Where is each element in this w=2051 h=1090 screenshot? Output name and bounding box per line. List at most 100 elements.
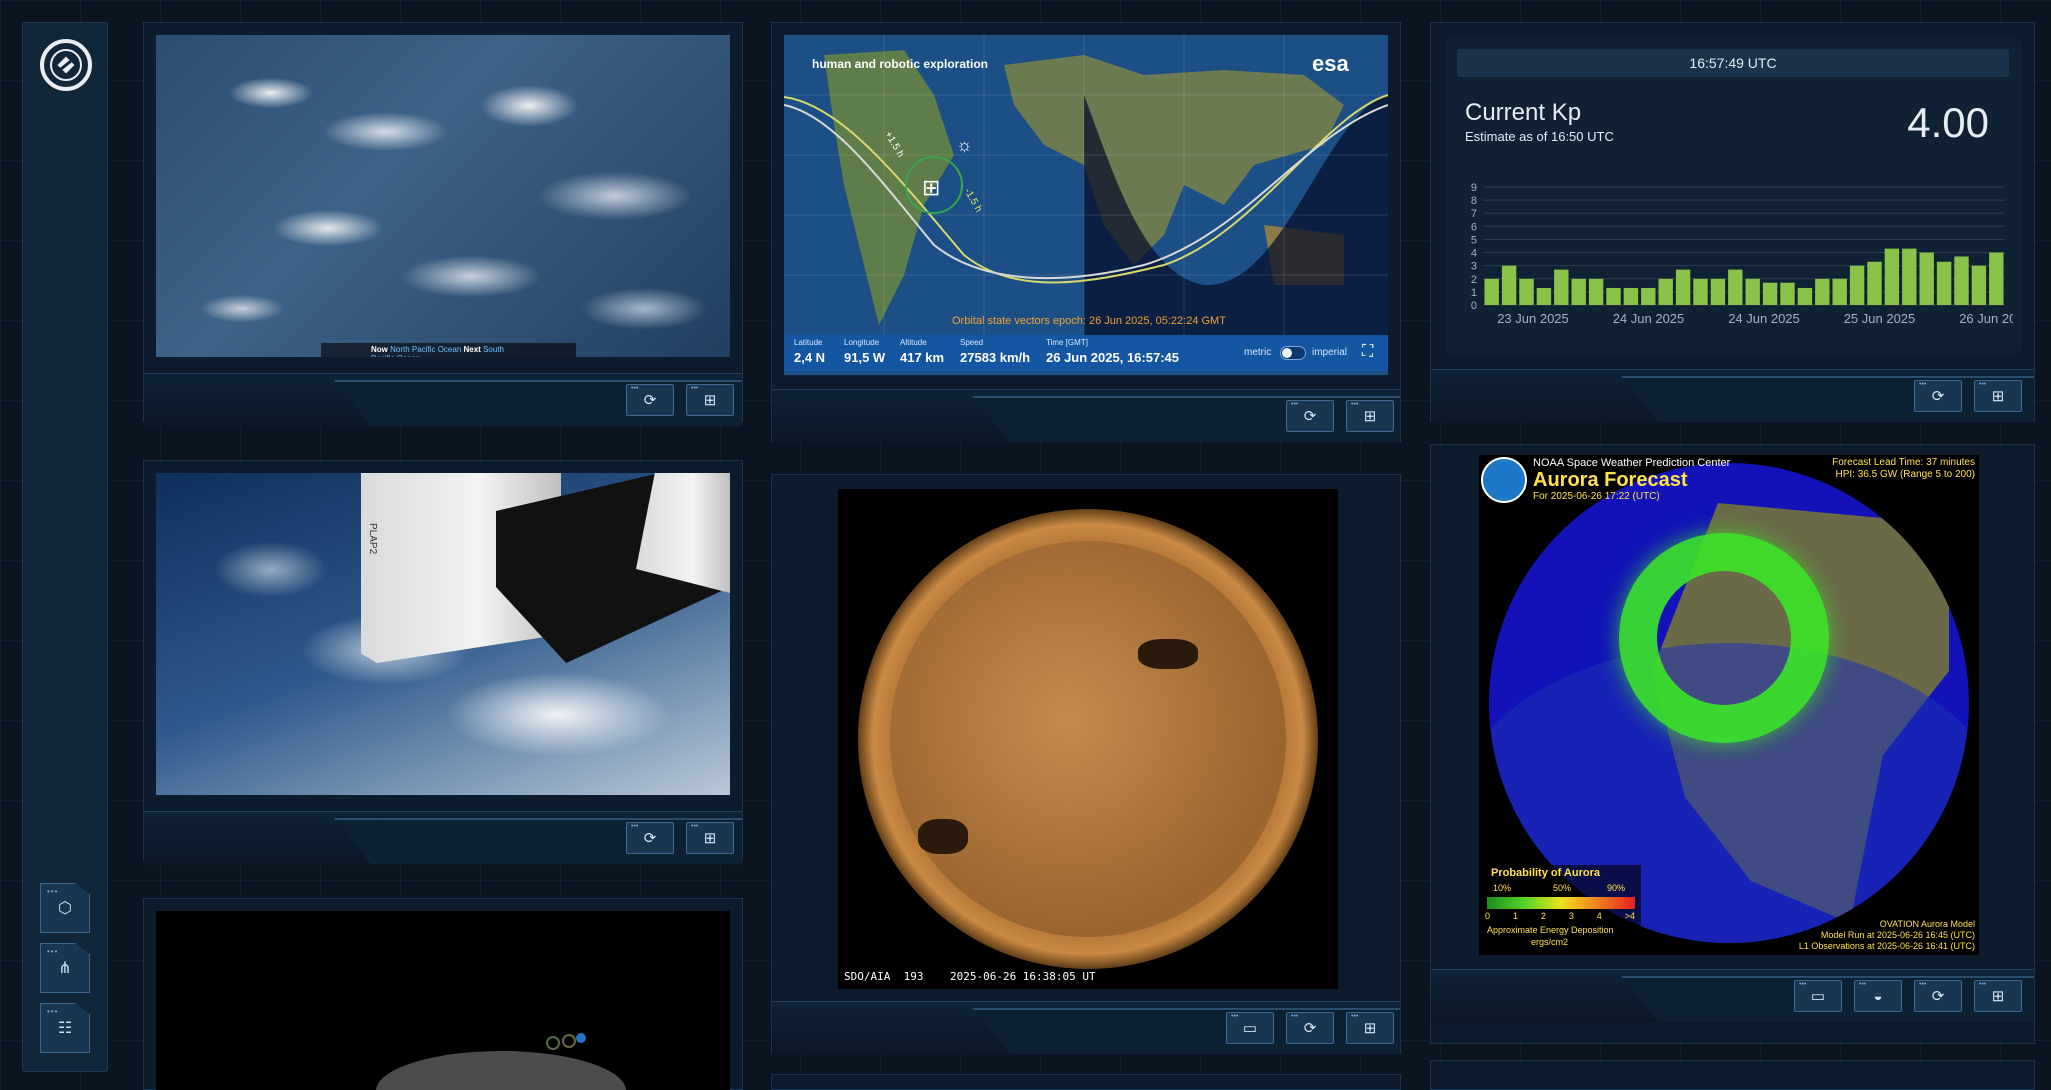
sun-caption: SDO/AIA 193 2025-06-26 16:38:05 UT: [844, 970, 1096, 983]
caption-next-label: Next: [463, 345, 481, 354]
video-button[interactable]: ••• ▭: [1226, 1012, 1274, 1044]
kp-bar: [1954, 256, 1969, 305]
grid-button[interactable]: ••• ⊞: [1346, 400, 1394, 432]
unit-metric-label: metric: [1244, 347, 1272, 358]
y-tick-label: 3: [1471, 261, 1477, 273]
coronal-hole: [1138, 639, 1198, 669]
time-value: 26 Jun 2025, 16:57:45: [1046, 350, 1179, 365]
refresh-button[interactable]: ••• ⟳: [1914, 380, 1962, 412]
probability-legend: Probability of Aurora 10% 50% 90% 0 1 2 …: [1481, 865, 1641, 953]
lat-label: Latitude: [794, 338, 823, 347]
aurora-center: NOAA Space Weather Prediction Center: [1533, 457, 1731, 469]
refresh-button[interactable]: ••• ⟳: [626, 384, 674, 416]
iss-tracker-panel: human and robotic exploration esa +1.5 h…: [771, 22, 1401, 443]
x-tick-label: 26 Jun 2025: [1959, 311, 2013, 326]
energy-ticks: 0 1 2 3 4 >4: [1485, 911, 1635, 921]
refresh-icon: ⟳: [1931, 388, 1945, 405]
x-tick-label: 23 Jun 2025: [1497, 311, 1569, 326]
y-tick-label: 2: [1471, 274, 1477, 286]
y-tick-label: 5: [1471, 234, 1477, 246]
energy-tick: 1: [1512, 911, 1518, 921]
kp-bar: [1884, 248, 1900, 305]
earth-cloud-image: Now North Pacific Ocean Next South Pacif…: [156, 35, 730, 357]
grid-button[interactable]: ••• ⊞: [686, 384, 734, 416]
sun-disk: [890, 541, 1286, 937]
refresh-icon: ⟳: [1303, 408, 1317, 425]
hexagon-button[interactable]: ••• ⬡: [40, 883, 90, 933]
refresh-button[interactable]: ••• ⟳: [1286, 400, 1334, 432]
grid-button[interactable]: ••• ⊞: [686, 822, 734, 854]
epoch-label: Orbital state vectors epoch: 26 Jun 2025…: [952, 315, 1226, 327]
video-icon: ▭: [1810, 988, 1826, 1005]
aurora-oval: [1619, 533, 1829, 743]
bottom-panel-stub: [1430, 1060, 2035, 1090]
sun-image: SDO/AIA 193 2025-06-26 16:38:05 UT: [838, 489, 1338, 989]
x-tick-label: 24 Jun 2025: [1613, 311, 1685, 326]
sliders-icon: ☷: [57, 1020, 73, 1037]
refresh-button[interactable]: ••• ⟳: [1914, 980, 1962, 1012]
refresh-button[interactable]: ••• ⟳: [626, 822, 674, 854]
panel-footer: ••• ▭ ••• ⟳ ••• ⊞: [772, 1001, 1400, 1055]
network-button[interactable]: ••• ⋔: [40, 943, 90, 993]
kp-clock: 16:57:49 UTC: [1457, 49, 2009, 77]
esa-logo: esa: [1312, 51, 1349, 76]
lens-flare: [576, 1033, 586, 1043]
iss-module-label: PLAP2: [367, 523, 378, 555]
refresh-icon: ⟳: [643, 392, 657, 409]
app-logo[interactable]: [40, 39, 92, 91]
y-tick-label: 1: [1471, 287, 1477, 299]
kp-bar: [1571, 278, 1586, 305]
earth-view-caption: Now North Pacific Ocean Next South Pacif…: [321, 343, 576, 357]
half-circle-button[interactable]: ••• ◒: [1854, 980, 1902, 1012]
grid-button[interactable]: ••• ⊞: [1974, 380, 2022, 412]
grid-button[interactable]: ••• ⊞: [1346, 1012, 1394, 1044]
video-icon: ▭: [1242, 1020, 1258, 1037]
kp-bar: [1797, 287, 1813, 305]
kp-bar: [1936, 261, 1952, 305]
energy-tick: 2: [1540, 911, 1546, 921]
footer-bar: [972, 1008, 1400, 1054]
energy-label: Approximate Energy Deposition: [1487, 925, 1614, 935]
panel-footer: ••• ▭ ••• ◒ ••• ⟳ ••• ⊞: [1431, 969, 2034, 1023]
footer-bar: [334, 818, 742, 864]
lens-flare: [562, 1034, 576, 1048]
fullscreen-icon[interactable]: ⛶: [1362, 343, 1373, 361]
sliders-button[interactable]: ••• ☷: [40, 1003, 90, 1053]
kp-subtitle: Estimate as of 16:50 UTC: [1465, 129, 1614, 144]
grid-icon: ⊞: [1363, 408, 1377, 425]
kp-bar: [1902, 248, 1917, 305]
aurora-hpi: HPI: 36.5 GW (Range 5 to 200): [1835, 469, 1975, 480]
unit-toggle[interactable]: [1280, 346, 1306, 360]
iss-icon: ⊞: [922, 175, 941, 200]
grid-button[interactable]: ••• ⊞: [1974, 980, 2022, 1012]
lens-flare: [546, 1036, 560, 1050]
kp-bar-chart: 01234 56789 23 Jun 2025 24 Jun 2025 24 Jun 2…: [1471, 182, 2013, 326]
y-tick-label: 7: [1471, 208, 1477, 220]
grid-icon: ⊞: [703, 392, 717, 409]
panel-footer: ••• ⟳ ••• ⊞: [772, 389, 1400, 443]
network-icon: ⋔: [58, 960, 72, 977]
dark-camera-image: [156, 911, 730, 1090]
video-button[interactable]: ••• ▭: [1794, 980, 1842, 1012]
kp-bar: [1971, 265, 1987, 305]
alt-label: Altitude: [900, 338, 927, 347]
prob-tick-90: 90%: [1607, 883, 1626, 893]
y-tick-label: 9: [1471, 182, 1477, 194]
y-tick-label: 0: [1471, 300, 1477, 312]
hexagon-icon: ⬡: [58, 900, 72, 917]
aurora-title: Aurora Forecast: [1533, 469, 1688, 491]
refresh-button[interactable]: ••• ⟳: [1286, 1012, 1334, 1044]
grid-icon: ⊞: [1363, 1020, 1377, 1037]
kp-bar: [1919, 252, 1934, 305]
kp-card: 16:57:49 UTC Current Kp Estimate as of 1…: [1445, 37, 2021, 355]
footer-bar: [334, 380, 742, 426]
alt-value: 417 km: [900, 350, 945, 365]
iss-map: human and robotic exploration esa +1.5 h…: [784, 35, 1388, 375]
sidebar: ••• ⬡ ••• ⋔ ••• ☷: [22, 22, 108, 1072]
prob-tick-10: 10%: [1493, 883, 1512, 893]
refresh-icon: ⟳: [643, 830, 657, 847]
panel-footer: ••• ⟳ ••• ⊞: [144, 373, 742, 427]
kp-bar: [1989, 252, 2004, 305]
sun-panel: SDO/AIA 193 2025-06-26 16:38:05 UT ••• ▭ …: [771, 474, 1401, 1055]
iss-camera-image: PLAP2: [156, 473, 730, 795]
